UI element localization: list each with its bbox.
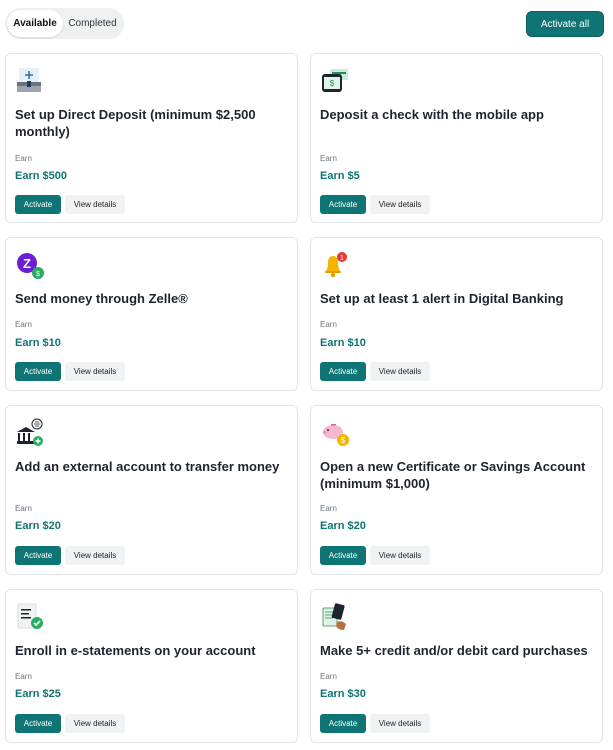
svg-text:$: $: [36, 271, 40, 278]
svg-text:Z: Z: [23, 256, 31, 271]
earn-amount: Earn $25: [15, 688, 61, 700]
earn-label: Earn: [320, 672, 337, 681]
view-details-button[interactable]: View details: [65, 195, 125, 214]
svg-text:1: 1: [340, 255, 344, 262]
svg-text:$: $: [330, 79, 335, 88]
offer-card-estatements: Enroll in e-statements on your account E…: [5, 589, 298, 743]
zelle-icon: Z $: [15, 250, 45, 280]
offer-card-zelle: Z $ Send money through Zelle® Earn Earn …: [5, 237, 298, 391]
activate-button[interactable]: Activate: [320, 546, 366, 565]
activate-button[interactable]: Activate: [15, 714, 61, 733]
earn-amount: Earn $30: [320, 688, 366, 700]
earn-amount: Earn $20: [320, 520, 366, 532]
offer-card-mobile-check: $ Deposit a check with the mobile app Ea…: [310, 53, 603, 223]
activate-button[interactable]: Activate: [15, 546, 61, 565]
earn-amount: Earn $10: [320, 337, 366, 349]
bank-transfer-icon: [15, 418, 45, 448]
card-purchase-icon: [320, 602, 350, 632]
direct-deposit-icon: [15, 66, 45, 96]
earn-amount: Earn $5: [320, 170, 360, 182]
view-details-button[interactable]: View details: [370, 195, 430, 214]
view-details-button[interactable]: View details: [65, 362, 125, 381]
offer-title: Set up Direct Deposit (minimum $2,500 mo…: [15, 107, 256, 139]
offer-title: Add an external account to transfer mone…: [15, 459, 280, 474]
offer-card-card-purchases: Make 5+ credit and/or debit card purchas…: [310, 589, 603, 743]
activate-all-button[interactable]: Activate all: [526, 11, 604, 37]
earn-label: Earn: [320, 154, 337, 163]
activate-button[interactable]: Activate: [320, 714, 366, 733]
offer-title: Make 5+ credit and/or debit card purchas…: [320, 643, 588, 658]
earn-amount: Earn $20: [15, 520, 61, 532]
offer-card-savings: $ Open a new Certificate or Savings Acco…: [310, 405, 603, 575]
offer-title: Set up at least 1 alert in Digital Banki…: [320, 291, 564, 306]
earn-label: Earn: [320, 504, 337, 513]
svg-text:$: $: [341, 436, 346, 445]
bell-icon: 1: [320, 250, 350, 280]
mobile-check-icon: $: [320, 66, 350, 96]
offer-card-alerts: 1 Set up at least 1 alert in Digital Ban…: [310, 237, 603, 391]
view-details-button[interactable]: View details: [65, 546, 125, 565]
earn-label: Earn: [15, 320, 32, 329]
earn-label: Earn: [320, 320, 337, 329]
offer-title: Open a new Certificate or Savings Accoun…: [320, 459, 586, 491]
e-statement-icon: [15, 602, 45, 632]
view-details-button[interactable]: View details: [370, 362, 430, 381]
tab-completed[interactable]: Completed: [63, 10, 122, 37]
activate-button[interactable]: Activate: [320, 362, 366, 381]
offer-title: Send money through Zelle®: [15, 291, 188, 306]
activate-button[interactable]: Activate: [15, 362, 61, 381]
offer-card-external-account: Add an external account to transfer mone…: [5, 405, 298, 575]
earn-amount: Earn $10: [15, 337, 61, 349]
view-details-button[interactable]: View details: [370, 546, 430, 565]
activate-button[interactable]: Activate: [320, 195, 366, 214]
activate-button[interactable]: Activate: [15, 195, 61, 214]
earn-label: Earn: [15, 672, 32, 681]
earn-amount: Earn $500: [15, 170, 67, 182]
tab-available[interactable]: Available: [7, 10, 63, 37]
status-tabs: Available Completed: [5, 8, 124, 39]
offer-title: Enroll in e-statements on your account: [15, 643, 256, 658]
view-details-button[interactable]: View details: [370, 714, 430, 733]
view-details-button[interactable]: View details: [65, 714, 125, 733]
piggy-bank-icon: $: [320, 418, 350, 448]
offer-title: Deposit a check with the mobile app: [320, 107, 544, 122]
earn-label: Earn: [15, 504, 32, 513]
offer-card-direct-deposit: Set up Direct Deposit (minimum $2,500 mo…: [5, 53, 298, 223]
earn-label: Earn: [15, 154, 32, 163]
